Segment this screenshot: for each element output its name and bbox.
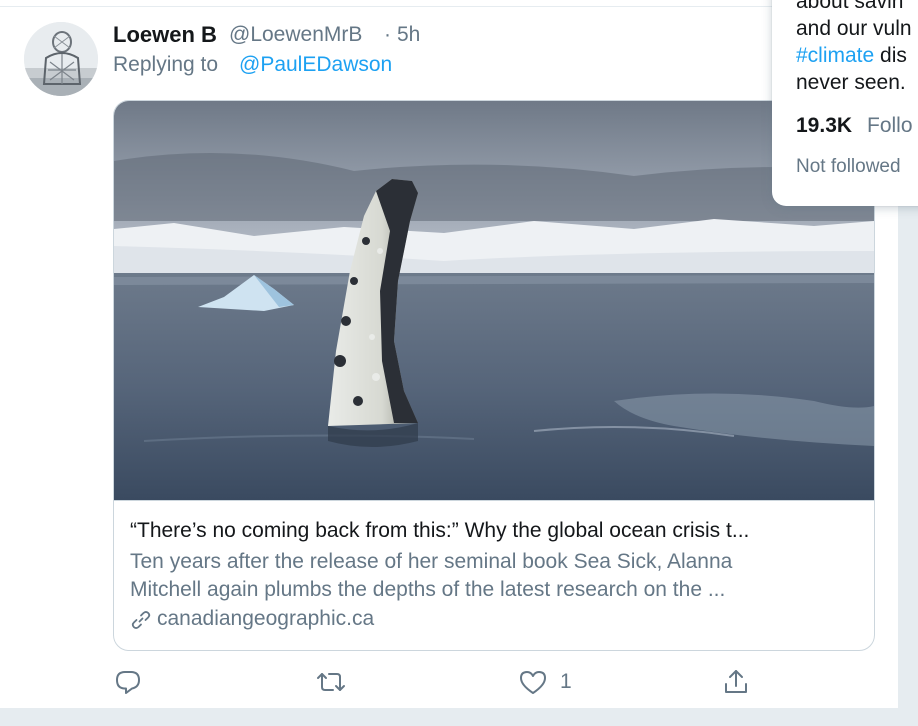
tweet[interactable]: Loewen B @LoewenMrB · 5h Replying to @Pa… — [0, 0, 899, 708]
reply-button[interactable] — [114, 668, 142, 698]
card-description-line-2: Mitchell again plumbs the depths of the … — [130, 578, 726, 601]
divider — [0, 6, 898, 7]
share-icon — [725, 670, 747, 693]
card-domain[interactable]: canadiangeographic.ca — [157, 607, 374, 631]
hover-card-bio-line-4: never seen. — [796, 71, 906, 94]
author-handle[interactable]: @LoewenMrB — [229, 23, 362, 47]
profile-hover-card[interactable]: about savin and our vuln #climate dis ne… — [772, 0, 918, 206]
like-count: 1 — [560, 670, 572, 693]
share-button[interactable] — [722, 668, 750, 698]
reply-icon — [116, 671, 140, 694]
card-divider — [114, 500, 874, 501]
replying-to-label: Replying to — [113, 53, 219, 76]
card-description-line-1: Ten years after the release of her semin… — [130, 550, 733, 573]
link-card[interactable]: “There’s no coming back from this:” Why … — [113, 100, 875, 651]
followers-label[interactable]: Follo — [867, 114, 913, 138]
replying-to-link[interactable]: @PaulEDawson — [239, 53, 392, 77]
card-title[interactable]: “There’s no coming back from this:” Why … — [130, 519, 749, 543]
avatar[interactable] — [24, 22, 98, 96]
retweet-icon — [317, 673, 345, 691]
heart-icon — [520, 671, 546, 694]
hover-card-bio-text: dis — [874, 44, 907, 67]
author-name[interactable]: Loewen B — [113, 22, 217, 48]
hashtag-link[interactable]: #climate — [796, 44, 874, 67]
like-button[interactable] — [518, 668, 548, 698]
separator-dot: · — [384, 23, 391, 46]
retweet-button[interactable] — [316, 668, 346, 698]
hover-card-bio-line-3: #climate dis — [796, 44, 907, 68]
hover-card-bio-line-1: about savin — [796, 0, 904, 13]
whale-fin-image[interactable] — [114, 101, 874, 500]
timestamp[interactable]: 5h — [397, 23, 420, 47]
sculpture-avatar-icon — [24, 22, 98, 96]
followers-count[interactable]: 19.3K — [796, 114, 852, 138]
link-icon — [131, 611, 151, 629]
follow-status: Not followed — [796, 156, 901, 177]
hover-card-bio-line-2: and our vuln — [796, 17, 912, 40]
